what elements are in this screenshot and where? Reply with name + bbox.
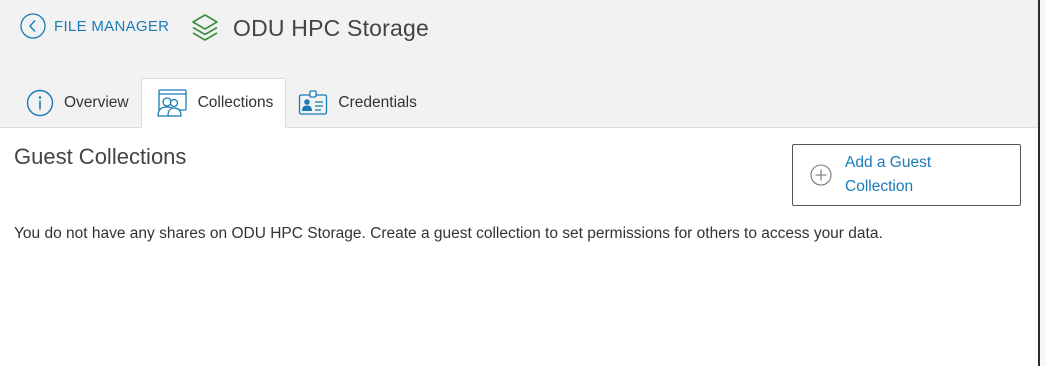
tab-overview[interactable]: Overview: [14, 78, 141, 128]
add-guest-collection-label: Add a Guest Collection: [845, 154, 932, 195]
file-manager-back-link[interactable]: FILE MANAGER: [20, 13, 169, 39]
collections-icon: [156, 89, 187, 117]
tab-collections[interactable]: Collections: [140, 78, 287, 128]
tab-credentials-label: Credentials: [338, 94, 417, 111]
tab-credentials[interactable]: Credentials: [286, 78, 428, 128]
plus-circle-icon: [810, 164, 832, 186]
section-title: Guest Collections: [14, 144, 187, 169]
layers-icon: [192, 14, 218, 41]
page-header: FILE MANAGER ODU HPC Storage Overview Co…: [0, 0, 1038, 128]
window-edge: [1038, 0, 1046, 366]
tab-overview-label: Overview: [64, 94, 129, 111]
tab-bar: Overview Collections Credentials: [14, 78, 429, 128]
page-title: ODU HPC Storage: [233, 14, 430, 41]
chevron-left-circle-icon: [20, 13, 46, 39]
endpoint-title: ODU HPC Storage: [190, 12, 429, 44]
empty-state-message: You do not have any shares on ODU HPC St…: [14, 225, 883, 242]
add-guest-collection-button[interactable]: Add a Guest Collection: [792, 144, 1021, 206]
tab-collections-label: Collections: [197, 94, 274, 111]
info-icon: [26, 89, 54, 117]
back-link-label: FILE MANAGER: [54, 17, 170, 35]
id-card-icon: [299, 90, 328, 115]
